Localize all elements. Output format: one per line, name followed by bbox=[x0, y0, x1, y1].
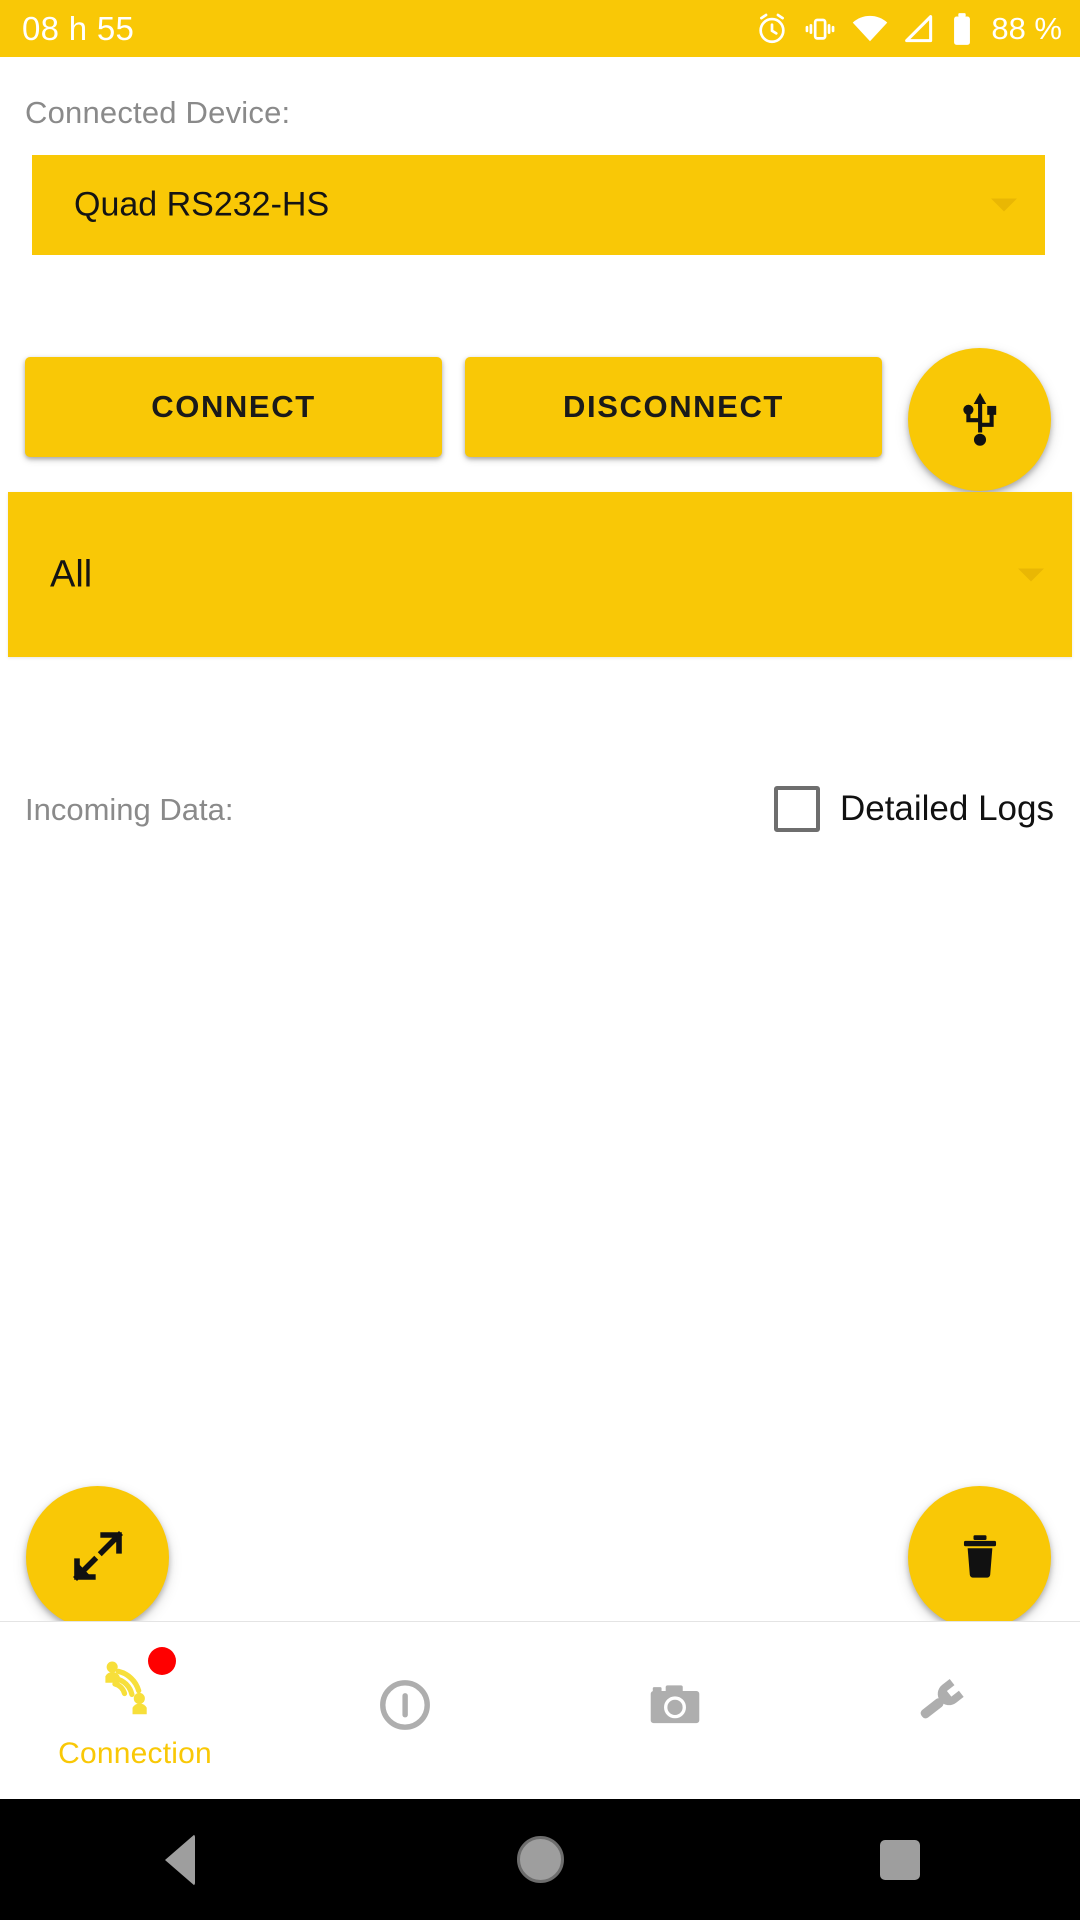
cellular-signal-icon bbox=[903, 13, 935, 45]
back-triangle-icon bbox=[165, 1833, 195, 1886]
clear-log-fab-button[interactable] bbox=[908, 1486, 1051, 1629]
wifi-icon bbox=[851, 12, 889, 46]
battery-icon bbox=[949, 12, 975, 46]
camera-icon-holder bbox=[636, 1668, 714, 1746]
connected-device-value: Quad RS232-HS bbox=[74, 185, 330, 224]
detailed-logs-checkbox-group[interactable]: Detailed Logs bbox=[773, 786, 1054, 832]
data-filter-value: All bbox=[50, 553, 93, 595]
chevron-down-icon bbox=[991, 198, 1017, 212]
wrench-icon-holder bbox=[906, 1668, 984, 1746]
usb-icon bbox=[951, 389, 1009, 450]
status-bar: 08 h 55 88 % bbox=[0, 0, 1080, 57]
nav-tab-info[interactable] bbox=[270, 1622, 540, 1800]
nav-tab-camera[interactable] bbox=[540, 1622, 810, 1800]
detailed-logs-label: Detailed Logs bbox=[839, 789, 1054, 828]
disconnect-button[interactable]: DISCONNECT bbox=[465, 357, 882, 457]
expand-fab-button[interactable] bbox=[26, 1486, 169, 1629]
alarm-icon bbox=[755, 12, 789, 46]
usb-fab-button[interactable] bbox=[908, 348, 1051, 491]
connected-device-spinner[interactable]: Quad RS232-HS bbox=[32, 155, 1045, 255]
info-icon bbox=[374, 1674, 436, 1741]
recents-square-icon bbox=[880, 1839, 920, 1880]
connected-device-label: Connected Device: bbox=[25, 95, 291, 130]
main-content: Connected Device: Quad RS232-HS CONNECT … bbox=[0, 57, 1080, 1629]
incoming-data-label: Incoming Data: bbox=[25, 792, 234, 827]
nav-tab-connection-label: Connection bbox=[58, 1737, 212, 1770]
home-circle-icon bbox=[516, 1836, 564, 1883]
battery-percent-label: 88 % bbox=[991, 11, 1062, 46]
connection-buttons-row: CONNECT DISCONNECT bbox=[0, 348, 1080, 491]
data-filter-spinner[interactable]: All bbox=[8, 492, 1072, 657]
connection-badge-dot bbox=[148, 1647, 176, 1675]
connection-icon-holder bbox=[96, 1647, 176, 1729]
android-recents-button[interactable] bbox=[810, 1799, 990, 1920]
expand-icon bbox=[70, 1528, 126, 1587]
wrench-icon bbox=[913, 1673, 977, 1742]
nav-tab-settings[interactable] bbox=[810, 1622, 1080, 1800]
android-home-button[interactable] bbox=[450, 1799, 630, 1920]
android-navigation-bar bbox=[0, 1799, 1080, 1920]
detailed-logs-checkbox[interactable] bbox=[773, 786, 820, 832]
info-icon-holder bbox=[366, 1668, 444, 1746]
incoming-data-row: Incoming Data: Detailed Logs bbox=[0, 786, 1080, 852]
status-clock: 08 h 55 bbox=[22, 10, 135, 47]
trash-icon bbox=[954, 1530, 1006, 1585]
bottom-navigation-bar: Connection bbox=[0, 1621, 1080, 1800]
connect-button[interactable]: CONNECT bbox=[25, 357, 442, 457]
vibrate-icon bbox=[803, 12, 837, 46]
status-icons-group: 88 % bbox=[755, 12, 1062, 46]
android-back-button[interactable] bbox=[90, 1799, 270, 1920]
camera-icon bbox=[644, 1674, 706, 1741]
chevron-down-icon bbox=[1018, 568, 1044, 581]
nav-tab-connection[interactable]: Connection bbox=[0, 1622, 270, 1800]
incoming-data-log[interactable] bbox=[0, 862, 1080, 1492]
